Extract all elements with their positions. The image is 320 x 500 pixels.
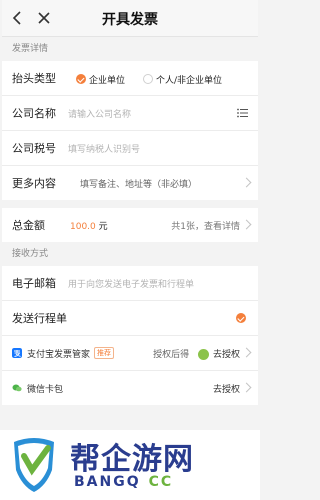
chevron-right-icon — [241, 382, 252, 393]
tax-id-row[interactable]: 公司税号 填写纳税人识别号 — [2, 131, 258, 166]
email-input[interactable]: 用于向您发送电子发票和行程单 — [68, 277, 194, 290]
title-type-label: 抬头类型 — [12, 72, 56, 85]
radio-unchecked-icon — [143, 74, 154, 84]
tax-id-input[interactable]: 填写纳税人识别号 — [68, 142, 140, 155]
recommend-badge: 推荐 — [94, 347, 115, 359]
wechat-row[interactable]: 微信卡包 去授权 — [2, 371, 258, 405]
radio-enterprise[interactable]: 企业单位 — [76, 69, 125, 88]
watermark-domain: CC — [148, 474, 174, 490]
nav-header: 开具发票 — [2, 0, 258, 37]
alipay-status: 授权后得 — [153, 349, 190, 360]
title-type-row: 抬头类型 企业单位 个人/非企业单位 — [2, 61, 258, 96]
total-amount-row[interactable]: 总金额 100.0 元 共1张，查看详情 — [2, 208, 258, 242]
alipay-icon — [12, 348, 22, 358]
wechat-authorize[interactable]: 去授权 — [213, 382, 240, 395]
chevron-right-icon — [241, 177, 252, 188]
itinerary-label: 发送行程单 — [12, 312, 67, 325]
more-content-hint: 填写备注、地址等（非必填） — [80, 179, 198, 190]
total-amount-label: 总金额 — [12, 219, 45, 232]
screen: 开具发票 发票详情 抬头类型 企业单位 个人/非企业单位 公司名称 请输入公司名… — [2, 0, 258, 500]
watermark-english: BANGQ CC — [74, 474, 173, 490]
receive-card: 电子邮箱 用于向您发送电子发票和行程单 发送行程单 支付宝发票管家 推荐 授权后… — [2, 266, 258, 405]
itinerary-row[interactable]: 发送行程单 — [2, 301, 258, 336]
total-amount-number: 100.0 — [70, 221, 96, 232]
wechat-label: 微信卡包 — [27, 384, 64, 395]
watermark-chinese: 帮企游网 — [70, 442, 194, 477]
company-name-row[interactable]: 公司名称 请输入公司名称 — [2, 96, 258, 131]
radio-checked-icon — [76, 74, 86, 84]
invoice-details-card: 抬头类型 企业单位 个人/非企业单位 公司名称 请输入公司名称 公司税号 填写纳… — [2, 61, 258, 200]
shield-logo-icon — [14, 438, 54, 492]
company-name-label: 公司名称 — [12, 107, 56, 120]
total-amount-unit: 元 — [98, 221, 108, 232]
alipay-label: 支付宝发票管家 — [27, 349, 91, 360]
total-amount-value: 100.0 元 — [70, 219, 108, 232]
total-card: 总金额 100.0 元 共1张，查看详情 — [2, 208, 258, 242]
section-title-receive: 接收方式 — [2, 242, 258, 266]
alipay-row[interactable]: 支付宝发票管家 推荐 授权后得 去授权 — [2, 336, 258, 371]
radio-personal-label: 个人/非企业单位 — [156, 75, 223, 86]
company-name-input[interactable]: 请输入公司名称 — [68, 107, 131, 120]
radio-personal[interactable]: 个人/非企业单位 — [143, 69, 222, 88]
reward-icon — [197, 348, 209, 360]
radio-enterprise-label: 企业单位 — [89, 75, 126, 86]
alipay-action: 去授权 — [212, 349, 240, 360]
site-watermark: 帮企游网 BANGQ CC — [0, 430, 260, 500]
chevron-right-icon — [241, 347, 252, 358]
chevron-right-icon — [241, 219, 252, 230]
alipay-authorize[interactable]: 授权后得 去授权 — [153, 347, 240, 360]
wechat-card-icon — [12, 384, 22, 392]
watermark-brand: BANGQ — [74, 474, 141, 490]
tax-id-label: 公司税号 — [12, 142, 56, 155]
email-label: 电子邮箱 — [12, 277, 56, 290]
email-row[interactable]: 电子邮箱 用于向您发送电子发票和行程单 — [2, 266, 258, 301]
itinerary-checkbox[interactable] — [236, 313, 246, 323]
page-title: 开具发票 — [102, 12, 158, 28]
view-details-link[interactable]: 共1张，查看详情 — [171, 219, 240, 232]
more-content-row[interactable]: 更多内容 填写备注、地址等（非必填） — [2, 166, 258, 200]
list-icon[interactable] — [237, 108, 248, 118]
more-content-label: 更多内容 — [12, 177, 56, 190]
section-title-invoice: 发票详情 — [2, 37, 258, 61]
